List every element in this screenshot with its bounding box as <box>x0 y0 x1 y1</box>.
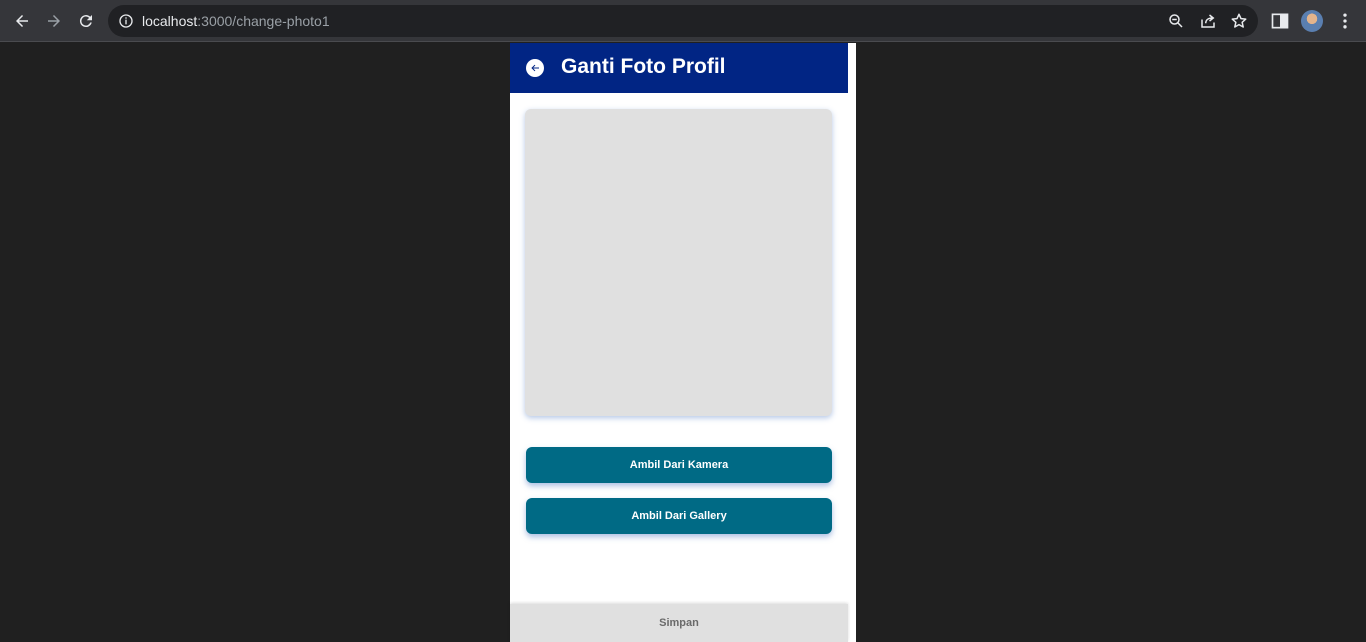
take-from-camera-button[interactable]: Ambil Dari Kamera <box>526 447 832 483</box>
browser-back-button[interactable] <box>9 8 35 34</box>
save-button[interactable]: Simpan <box>510 604 848 642</box>
address-bar[interactable]: localhost:3000/change-photo1 <box>108 5 1258 37</box>
side-panel-icon[interactable] <box>1270 11 1290 31</box>
arrow-left-circle-icon <box>531 64 539 72</box>
app-container: Ganti Foto Profil Ambil Dari Kamera Ambi… <box>510 43 856 642</box>
share-icon[interactable] <box>1199 12 1217 30</box>
take-from-gallery-button[interactable]: Ambil Dari Gallery <box>526 498 832 534</box>
arrow-left-icon <box>16 15 28 27</box>
page-title: Ganti Foto Profil <box>561 55 726 78</box>
url-path: :3000/change-photo1 <box>197 13 330 29</box>
url-text[interactable]: localhost:3000/change-photo1 <box>142 13 330 29</box>
profile-avatar[interactable] <box>1301 10 1323 32</box>
star-icon[interactable] <box>1230 12 1248 30</box>
page-header: Ganti Foto Profil <box>510 43 848 93</box>
kebab-menu-icon[interactable] <box>1335 11 1355 31</box>
zoom-icon[interactable] <box>1167 12 1185 30</box>
browser-forward-button[interactable] <box>41 8 67 34</box>
back-button[interactable] <box>526 59 544 77</box>
browser-reload-button[interactable] <box>73 8 99 34</box>
browser-toolbar: localhost:3000/change-photo1 <box>0 0 1366 42</box>
info-icon[interactable] <box>118 13 134 29</box>
arrow-right-icon <box>48 15 60 27</box>
reload-icon <box>79 15 92 28</box>
photo-preview <box>525 109 832 416</box>
url-host: localhost <box>142 13 198 29</box>
